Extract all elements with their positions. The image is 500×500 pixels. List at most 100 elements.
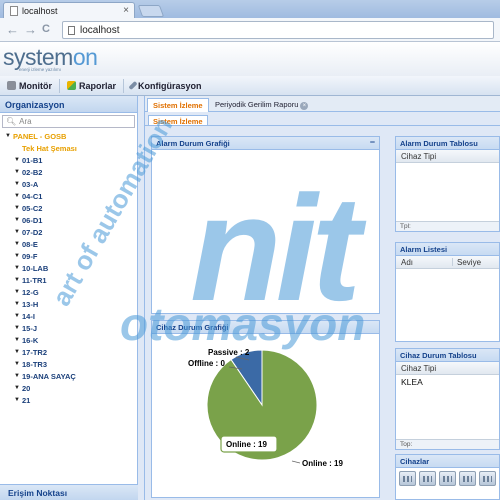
tree-item[interactable]: ▼ 19-ANA SAYAÇ	[5, 370, 137, 382]
alarm-chart-header: Alarm Durum Grafiği −	[152, 137, 379, 150]
tree-item[interactable]: ▼ 08-E	[5, 238, 137, 250]
tree-item-label: 09-F	[22, 251, 38, 261]
tree-item[interactable]: ▼ 09-F	[5, 250, 137, 262]
tree-root[interactable]: ▼ PANEL - GOSB	[5, 130, 137, 142]
devices-panel: Cihazlar	[395, 454, 500, 500]
column-device-type[interactable]: Cihaz Tipi	[401, 364, 436, 373]
menu-configuration[interactable]: Konfigürasyon	[124, 79, 209, 93]
minimize-icon[interactable]: −	[370, 137, 375, 147]
device-icon[interactable]	[419, 471, 436, 486]
column-level[interactable]: Seviye	[453, 258, 481, 267]
app-header: systemon enerji izleme yazılımı	[0, 42, 500, 76]
reload-button[interactable]: C	[42, 23, 50, 35]
tree-item[interactable]: ▼ 14-I	[5, 310, 137, 322]
tab-system-monitoring[interactable]: Sistem İzleme	[147, 98, 209, 112]
menu-monitor-label: Monitör	[19, 80, 52, 91]
forward-button[interactable]: →	[24, 22, 37, 37]
device-status-pie-chart: Passive : 2 Offline : 0 Online : 19 Online …	[188, 348, 343, 468]
url-field[interactable]: localhost	[62, 21, 494, 39]
data-label-passive: Passive : 2	[208, 348, 250, 357]
device-table-header: Cihaz Tipi	[396, 362, 499, 375]
device-icon[interactable]	[439, 471, 456, 486]
tree-item[interactable]: ▼ 06-D1	[5, 214, 137, 226]
tree-item[interactable]: ▼ 18-TR3	[5, 358, 137, 370]
browser-tab-title: localhost	[22, 5, 58, 16]
menu-reports[interactable]: Raporlar	[60, 78, 125, 93]
data-label-offline: Offline : 0	[188, 359, 225, 368]
organization-tree: ▼ PANEL - GOSB Tek Hat Şeması ▼ 01-B1 ▼ 02-B2…	[0, 130, 137, 406]
column-name[interactable]: Adı	[401, 258, 453, 267]
menu-monitor[interactable]: Monitör	[0, 78, 60, 93]
tree-item-label: 13-H	[22, 299, 39, 309]
back-button[interactable]: ←	[6, 22, 19, 37]
expand-arrow-icon: ▼	[14, 193, 20, 199]
tree-item[interactable]: ▼ 10-LAB	[5, 262, 137, 274]
device-icon[interactable]	[399, 471, 416, 486]
tree-item[interactable]: ▼ 17-TR2	[5, 346, 137, 358]
search-icon: 🔍︎	[6, 117, 17, 126]
tree-item[interactable]: ▼ 16-K	[5, 334, 137, 346]
expand-arrow-icon: ▼	[14, 157, 20, 163]
collapse-arrow-icon: ▼	[5, 133, 11, 139]
tree-item-label: 08-E	[22, 239, 38, 249]
expand-arrow-icon: ▼	[14, 349, 20, 355]
tree-item-label: 12-G	[22, 287, 39, 297]
tree-item[interactable]: ▼ 05-C2	[5, 202, 137, 214]
table-row[interactable]: KLEA	[396, 375, 499, 389]
tree-item[interactable]: ▼ 20	[5, 382, 137, 394]
online-leader-line	[291, 460, 301, 464]
monitor-icon	[7, 81, 16, 90]
tree-item[interactable]: ▼ 03-A	[5, 178, 137, 190]
page-icon	[68, 25, 75, 35]
tab-close-icon[interactable]: ×	[300, 102, 309, 110]
tree-item-label: 06-D1	[22, 215, 43, 225]
device-icon[interactable]	[459, 471, 476, 486]
devices-title: Cihazlar	[396, 455, 499, 468]
subtab-divider	[145, 125, 500, 126]
data-label-online: Online : 19	[302, 459, 343, 468]
search-input[interactable]: 🔍︎ Ara	[2, 115, 135, 128]
organization-sidebar: Organizasyon 🔍︎ Ara ▼ PANEL - GOSB Tek Ha…	[0, 96, 138, 500]
expand-arrow-icon: ▼	[14, 253, 20, 259]
tree-item[interactable]: ▼ 07-D2	[5, 226, 137, 238]
expand-arrow-icon: ▼	[14, 241, 20, 247]
tree-item[interactable]: ▼ 04-C1	[5, 190, 137, 202]
tree-item-label: 03-A	[22, 179, 39, 189]
tree-item-label: Tek Hat Şeması	[22, 143, 77, 153]
tree-item[interactable]: ▼ 11-TR1	[5, 274, 137, 286]
browser-tab[interactable]: localhost ×	[3, 2, 135, 18]
device-icon[interactable]	[479, 471, 496, 486]
tree-item[interactable]: ▼ 02-B2	[5, 166, 137, 178]
address-toolbar: ← → C localhost	[0, 18, 500, 42]
alarm-list-panel: Alarm Listesi Adı Seviye	[395, 242, 500, 342]
tab-close-icon[interactable]: ×	[123, 5, 129, 16]
tree-item[interactable]: ▼ 21	[5, 394, 137, 406]
tree-item[interactable]: ▼ 01-B1	[5, 154, 137, 166]
logo-subtitle: enerji izleme yazılımı	[19, 67, 62, 72]
tree-item-label: 02-B2	[22, 167, 43, 177]
column-device-type[interactable]: Cihaz Tipi	[401, 152, 436, 161]
device-table-title: Cihaz Durum Tablosu	[396, 349, 499, 362]
tree-item-label: 18-TR3	[22, 359, 48, 369]
tab-periodic-voltage-report[interactable]: Periyodik Gerilim Raporu ×	[210, 98, 313, 112]
expand-arrow-icon: ▼	[14, 337, 20, 343]
tree-item[interactable]: Tek Hat Şeması	[5, 142, 137, 154]
sidebar-splitter[interactable]	[138, 96, 145, 500]
alarm-table-title: Alarm Durum Tablosu	[396, 137, 499, 150]
expand-arrow-icon: ▼	[14, 169, 20, 175]
content-tab-bar: Sistem İzleme Periyodik Gerilim Raporu ×	[145, 96, 500, 112]
tree-item[interactable]: ▼ 12-G	[5, 286, 137, 298]
access-point-panel[interactable]: Erişim Noktası	[0, 484, 138, 500]
tree-item-label: 19-ANA SAYAÇ	[22, 371, 76, 381]
expand-arrow-icon: ▼	[14, 313, 20, 319]
alarm-chart-title: Alarm Durum Grafiği	[156, 139, 230, 148]
logo-accent: on	[72, 44, 98, 70]
tree-item[interactable]: ▼ 13-H	[5, 298, 137, 310]
menu-configuration-label: Konfigürasyon	[138, 80, 202, 91]
new-tab-button[interactable]	[137, 5, 165, 17]
alarm-list-title: Alarm Listesi	[396, 243, 499, 256]
alarm-table-footer: Tpl:	[396, 221, 499, 231]
data-label-tooltip: Online : 19	[226, 440, 267, 449]
tree-item[interactable]: ▼ 15-J	[5, 322, 137, 334]
expand-arrow-icon: ▼	[14, 229, 20, 235]
